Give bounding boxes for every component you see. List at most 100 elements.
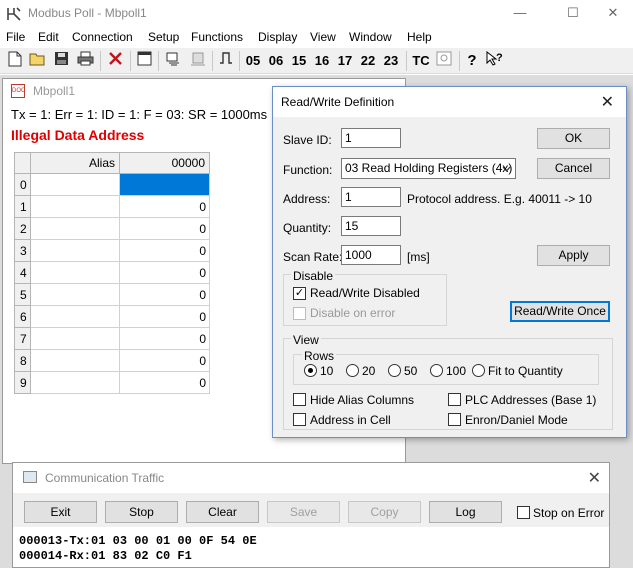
save-button[interactable]: Save <box>267 501 340 523</box>
error-message: Illegal Data Address <box>11 127 145 143</box>
scan-rate-input[interactable]: 1000 <box>341 245 401 265</box>
row-header[interactable]: 6 <box>14 306 31 328</box>
value-cell[interactable]: 0 <box>120 240 210 262</box>
rows-10-radio[interactable] <box>304 364 317 377</box>
test-center-icon[interactable] <box>188 51 208 71</box>
value-cell[interactable]: 0 <box>120 218 210 240</box>
save-disk-icon[interactable] <box>52 51 70 71</box>
value-cell[interactable] <box>120 174 210 196</box>
value-column-header[interactable]: 00000 <box>119 152 210 174</box>
row-header[interactable]: 0 <box>14 174 31 196</box>
alias-cell[interactable] <box>31 196 120 218</box>
disable-on-error-checkbox[interactable] <box>293 307 306 320</box>
value-cell[interactable]: 0 <box>120 306 210 328</box>
fc23-button[interactable]: 23 <box>382 51 400 71</box>
bus-monitor-icon[interactable] <box>434 51 454 71</box>
value-cell[interactable]: 0 <box>120 350 210 372</box>
rows-group-label: Rows <box>302 349 337 363</box>
tc-button[interactable]: TC <box>411 51 431 71</box>
address-in-cell-checkbox[interactable] <box>293 413 306 426</box>
alias-cell[interactable] <box>31 306 120 328</box>
cancel-button[interactable]: Cancel <box>537 158 610 179</box>
rows-20-radio[interactable] <box>346 364 359 377</box>
help-icon[interactable]: ? <box>463 51 481 71</box>
fc06-button[interactable]: 06 <box>267 51 285 71</box>
menu-help[interactable]: Help <box>407 30 432 44</box>
menu-functions[interactable]: Functions <box>191 30 243 44</box>
alias-cell[interactable] <box>31 328 120 350</box>
fc05-button[interactable]: 05 <box>244 51 262 71</box>
disconnect-icon[interactable] <box>105 51 125 71</box>
maximize-button[interactable]: ☐ <box>553 3 593 23</box>
fc15-button[interactable]: 15 <box>290 51 308 71</box>
pulse-icon[interactable] <box>217 51 235 71</box>
context-help-icon[interactable]: ? <box>485 50 505 71</box>
row-header[interactable]: 5 <box>14 284 31 306</box>
close-button[interactable]: ✕ <box>593 3 633 23</box>
function-select[interactable]: 03 Read Holding Registers (4x) <box>341 158 516 179</box>
stop-button[interactable]: Stop <box>105 501 178 523</box>
row-header[interactable]: 3 <box>14 240 31 262</box>
address-input[interactable]: 1 <box>341 187 401 207</box>
menu-edit[interactable]: Edit <box>38 30 59 44</box>
menu-display[interactable]: Display <box>258 30 297 44</box>
open-folder-icon[interactable] <box>28 51 48 71</box>
exit-button[interactable]: Exit <box>24 501 97 523</box>
rows-100-radio[interactable] <box>430 364 443 377</box>
plc-addresses-label: PLC Addresses (Base 1) <box>465 393 597 407</box>
rows-fit-radio[interactable] <box>472 364 485 377</box>
enron-mode-checkbox[interactable] <box>448 413 461 426</box>
value-cell[interactable]: 0 <box>120 196 210 218</box>
comm-close-icon[interactable]: ✕ <box>588 468 601 488</box>
dialog-close-icon[interactable]: ✕ <box>601 92 614 112</box>
alias-column-header[interactable]: Alias <box>30 152 120 174</box>
slave-id-input[interactable]: 1 <box>341 128 401 148</box>
row-header[interactable]: 9 <box>14 372 31 394</box>
alias-cell[interactable] <box>31 284 120 306</box>
value-cell[interactable]: 0 <box>120 262 210 284</box>
rw-disabled-checkbox[interactable]: ✓ <box>293 287 306 300</box>
menu-window[interactable]: Window <box>349 30 392 44</box>
alias-cell[interactable] <box>31 350 120 372</box>
row-header[interactable]: 2 <box>14 218 31 240</box>
plc-addresses-checkbox[interactable] <box>448 393 461 406</box>
value-cell[interactable]: 0 <box>120 372 210 394</box>
alias-cell[interactable] <box>31 240 120 262</box>
log-button[interactable]: Log <box>429 501 502 523</box>
menu-view[interactable]: View <box>310 30 336 44</box>
ok-button[interactable]: OK <box>537 128 610 149</box>
menu-setup[interactable]: Setup <box>148 30 179 44</box>
scan-rate-unit: [ms] <box>407 250 430 264</box>
minimize-button[interactable]: — <box>500 3 540 23</box>
alias-cell[interactable] <box>31 218 120 240</box>
row-header[interactable]: 4 <box>14 262 31 284</box>
print-icon[interactable] <box>75 51 95 71</box>
row-header[interactable]: 8 <box>14 350 31 372</box>
alias-cell[interactable] <box>31 174 120 196</box>
clear-button[interactable]: Clear <box>186 501 259 523</box>
fc17-button[interactable]: 17 <box>336 51 354 71</box>
alias-cell[interactable] <box>31 372 120 394</box>
menu-file[interactable]: File <box>6 30 25 44</box>
stop-on-error-checkbox[interactable] <box>517 506 530 519</box>
row-header[interactable]: 1 <box>14 196 31 218</box>
window-icon[interactable] <box>134 51 154 71</box>
read-write-once-button[interactable]: Read/Write Once <box>510 301 610 322</box>
disable-group-label: Disable <box>291 269 336 283</box>
fc22-button[interactable]: 22 <box>359 51 377 71</box>
menu-connection[interactable]: Connection <box>72 30 133 44</box>
copy-button[interactable]: Copy <box>348 501 421 523</box>
app-title: Modbus Poll - Mbpoll1 <box>28 6 147 20</box>
fc16-button[interactable]: 16 <box>313 51 331 71</box>
apply-button[interactable]: Apply <box>537 245 610 266</box>
quantity-input[interactable]: 15 <box>341 216 401 236</box>
value-cell[interactable]: 0 <box>120 284 210 306</box>
row-header[interactable]: 7 <box>14 328 31 350</box>
alias-cell[interactable] <box>31 262 120 284</box>
value-cell[interactable]: 0 <box>120 328 210 350</box>
new-file-icon[interactable] <box>6 51 24 71</box>
mbpoll-doc-icon: DOC <box>11 84 25 98</box>
rows-50-radio[interactable] <box>388 364 401 377</box>
hide-alias-checkbox[interactable] <box>293 393 306 406</box>
device-icon[interactable] <box>163 51 183 71</box>
